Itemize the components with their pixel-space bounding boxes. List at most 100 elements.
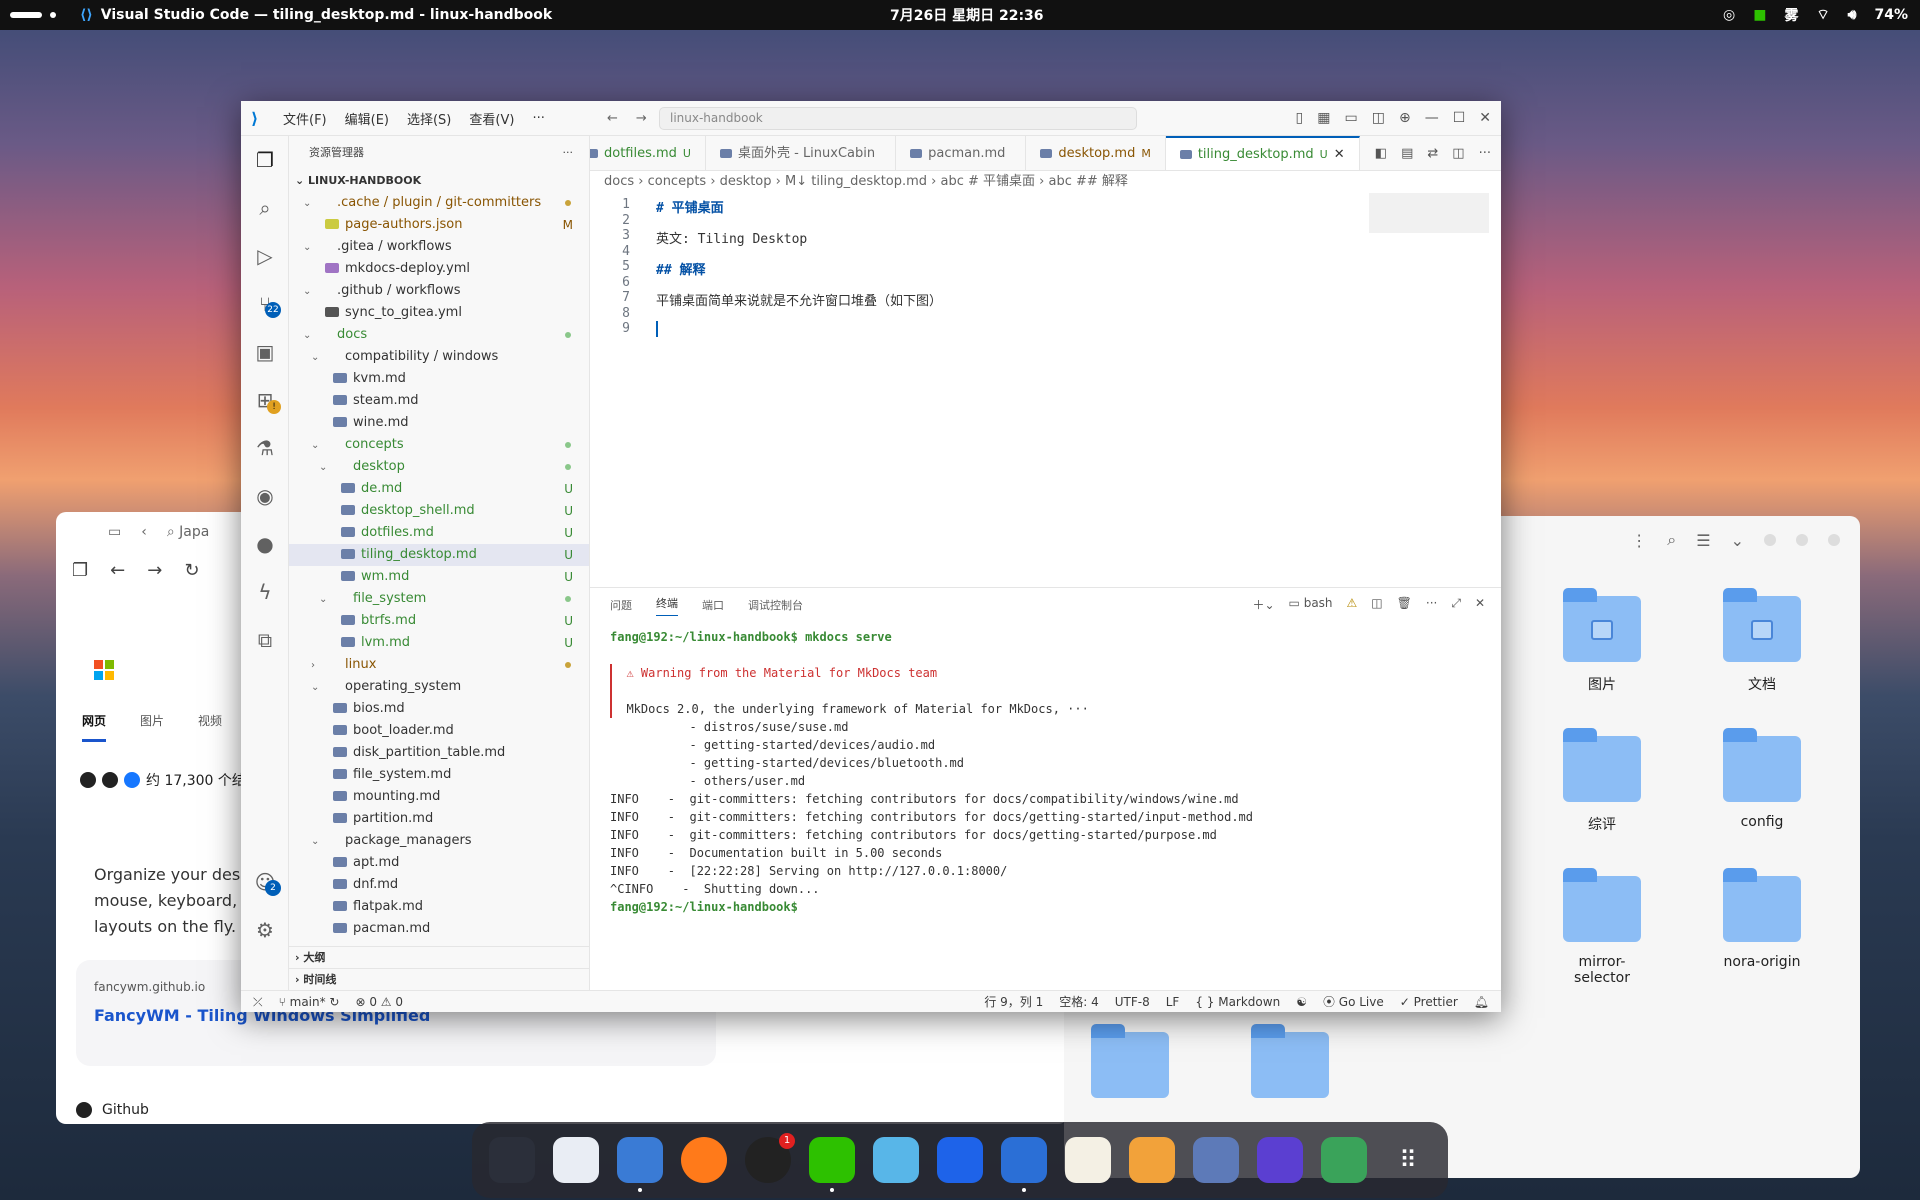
tray-wechat-icon[interactable]: ■ — [1753, 7, 1766, 23]
trash-icon[interactable]: 🗑︎ — [1397, 596, 1412, 613]
folder-item[interactable] — [1080, 1024, 1180, 1110]
command-center[interactable]: linux-handbook — [659, 107, 1137, 130]
preview-icon[interactable]: ▤ — [1401, 146, 1413, 161]
more-actions-icon[interactable]: ··· — [563, 136, 574, 170]
python-icon[interactable]: ◉ — [241, 472, 289, 520]
tree-file[interactable]: wm.md U — [289, 566, 589, 588]
tree-folder[interactable]: › linux — [289, 654, 589, 676]
containers-icon[interactable]: ⧉ — [241, 616, 289, 664]
go-live[interactable]: ⦿ Go Live — [1323, 991, 1384, 1012]
account-icon[interactable]: ☺ 2 — [241, 858, 289, 906]
tree-file[interactable]: desktop_shell.md U — [289, 500, 589, 522]
toggle-panel-icon[interactable]: ▭ — [1345, 110, 1358, 126]
remote-icon[interactable]: ⤫ — [253, 991, 263, 1012]
tree-file[interactable]: apt.md — [289, 852, 589, 874]
menu-more[interactable]: ··· — [532, 111, 544, 126]
explorer-icon[interactable]: ❐ — [241, 136, 289, 184]
warning-icon[interactable]: ⚠ — [1347, 596, 1358, 613]
tree-folder[interactable]: ⌄ concepts — [289, 434, 589, 456]
clock[interactable]: 7月26日 星期日 22:36 — [890, 5, 1044, 25]
tab-problems[interactable]: 问题 — [610, 597, 632, 613]
tab-video[interactable]: 视频 — [198, 712, 222, 742]
run-debug-icon[interactable]: ▷ — [241, 232, 289, 280]
back-icon[interactable]: ← — [110, 560, 125, 581]
app-grid-icon[interactable]: ⠿ — [1385, 1137, 1431, 1183]
search-folder-icon[interactable]: ⌕ — [1667, 530, 1676, 550]
tabs-icon[interactable]: ❐ — [72, 560, 88, 581]
tray-ime-icon[interactable]: 雾 — [1784, 5, 1798, 25]
globe-icon[interactable]: ⊕ — [1399, 110, 1411, 126]
toggle-secondary-sidebar-icon[interactable]: ◫ — [1372, 110, 1385, 126]
firefox-icon[interactable] — [681, 1137, 727, 1183]
language-mode[interactable]: { } Markdown — [1195, 991, 1280, 1012]
notifications-bell-icon[interactable]: 🔔︎ — [1474, 991, 1489, 1012]
tree-file[interactable]: lvm.md U — [289, 632, 589, 654]
editor-tab[interactable]: tiling_desktop.md U ✕ — [1165, 136, 1360, 170]
tree-folder[interactable]: ⌄ desktop — [289, 456, 589, 478]
menu-edit[interactable]: 编辑(E) — [345, 109, 389, 128]
folder-nora-origin[interactable]: nora-origin — [1712, 868, 1812, 970]
tree-file[interactable]: de.md U — [289, 478, 589, 500]
tree-file[interactable]: dnf.md — [289, 874, 589, 896]
back-tab-icon[interactable]: ‹ — [141, 524, 147, 540]
testing-icon[interactable]: ⚗ — [241, 424, 289, 472]
tree-file[interactable]: sync_to_gitea.yml — [289, 302, 589, 324]
app-swirl-icon[interactable] — [873, 1137, 919, 1183]
tree-file[interactable]: file_system.md — [289, 764, 589, 786]
tree-file[interactable]: bios.md — [289, 698, 589, 720]
minimap[interactable] — [1369, 193, 1489, 233]
workspace-indicator[interactable] — [10, 12, 42, 18]
prettier[interactable]: ✓ Prettier — [1400, 991, 1458, 1012]
terminal-app-icon[interactable] — [489, 1137, 535, 1183]
code-line[interactable]: 平铺桌面简单来说就是不允许窗口堆叠（如下图） — [656, 290, 942, 309]
terminal-shell[interactable]: ▭ bash — [1289, 596, 1333, 613]
more-actions-icon[interactable]: ··· — [1479, 146, 1491, 161]
end-of-line[interactable]: LF — [1166, 991, 1180, 1012]
toggle-sidebar-icon[interactable]: ▯ — [1296, 110, 1304, 126]
forward-icon[interactable]: → — [147, 560, 162, 581]
back-arrow-icon[interactable]: ← — [607, 111, 618, 126]
tree-file[interactable]: tiling_desktop.md U — [289, 544, 589, 566]
volume-icon[interactable]: 🔊︎ — [1848, 7, 1857, 23]
lightning-icon[interactable]: ϟ — [241, 568, 289, 616]
new-terminal-icon[interactable]: ＋⌄ — [1252, 596, 1274, 613]
tree-file[interactable]: steam.md — [289, 390, 589, 412]
extensions-icon[interactable]: ⊞! — [241, 376, 289, 424]
tab-overview-icon[interactable]: ▭ — [108, 524, 121, 540]
tree-folder[interactable]: ⌄ .github / workflows — [289, 280, 589, 302]
qq-icon[interactable]: 1 — [745, 1133, 795, 1183]
files-app-icon[interactable] — [617, 1137, 663, 1192]
editor-tab[interactable]: desktop.md M — [1026, 136, 1166, 170]
code-line[interactable]: # 平铺桌面 — [656, 197, 724, 216]
vscode-dock-icon[interactable] — [1001, 1137, 1047, 1192]
code-line[interactable]: 英文: Tiling Desktop — [656, 228, 807, 247]
layout-icon[interactable]: ▦ — [1317, 110, 1330, 126]
tab-images[interactable]: 图片 — [140, 712, 164, 742]
recycle-bin-icon[interactable] — [1321, 1137, 1367, 1183]
minimize-button[interactable]: — — [1425, 110, 1439, 126]
close-button[interactable]: ✕ — [1479, 110, 1491, 126]
source-control-icon[interactable]: ⑂ 22 — [241, 280, 289, 328]
terminal-output[interactable]: fang@192:~/linux-handbook$ mkdocs serve … — [610, 628, 1490, 916]
editor-tab[interactable]: 桌面外壳 - LinuxCabin — [706, 136, 897, 170]
breadcrumb[interactable]: docs › concepts › desktop › M↓ tiling_de… — [590, 171, 1501, 193]
folder-item[interactable] — [1240, 1024, 1340, 1110]
tab-web[interactable]: 网页 — [82, 712, 107, 742]
settings-gear-icon[interactable]: ⚙ — [241, 906, 289, 954]
open-preview-icon[interactable]: ◧ — [1375, 146, 1387, 161]
problems-status[interactable]: ⊗ 0 ⚠ 0 — [355, 991, 403, 1012]
search-icon[interactable]: ⌕ — [241, 184, 289, 232]
editor-tab[interactable]: pacman.md — [896, 136, 1027, 170]
folder-pictures[interactable]: 图片 — [1552, 588, 1652, 694]
app-store-icon[interactable] — [553, 1137, 599, 1183]
tree-file[interactable]: mounting.md — [289, 786, 589, 808]
tree-file[interactable]: pacman.md — [289, 918, 589, 940]
tab-ports[interactable]: 端口 — [702, 597, 724, 613]
github-result[interactable]: Github — [76, 1102, 149, 1118]
close-button[interactable] — [1828, 534, 1840, 546]
split-terminal-icon[interactable]: ◫ — [1371, 596, 1382, 613]
indentation[interactable]: 空格: 4 — [1059, 991, 1099, 1012]
chevron-down-icon[interactable]: ⌄ — [1731, 531, 1744, 550]
outline-section[interactable]: › 大纲 — [289, 946, 590, 968]
close-tab-icon[interactable]: ✕ — [1334, 139, 1345, 170]
